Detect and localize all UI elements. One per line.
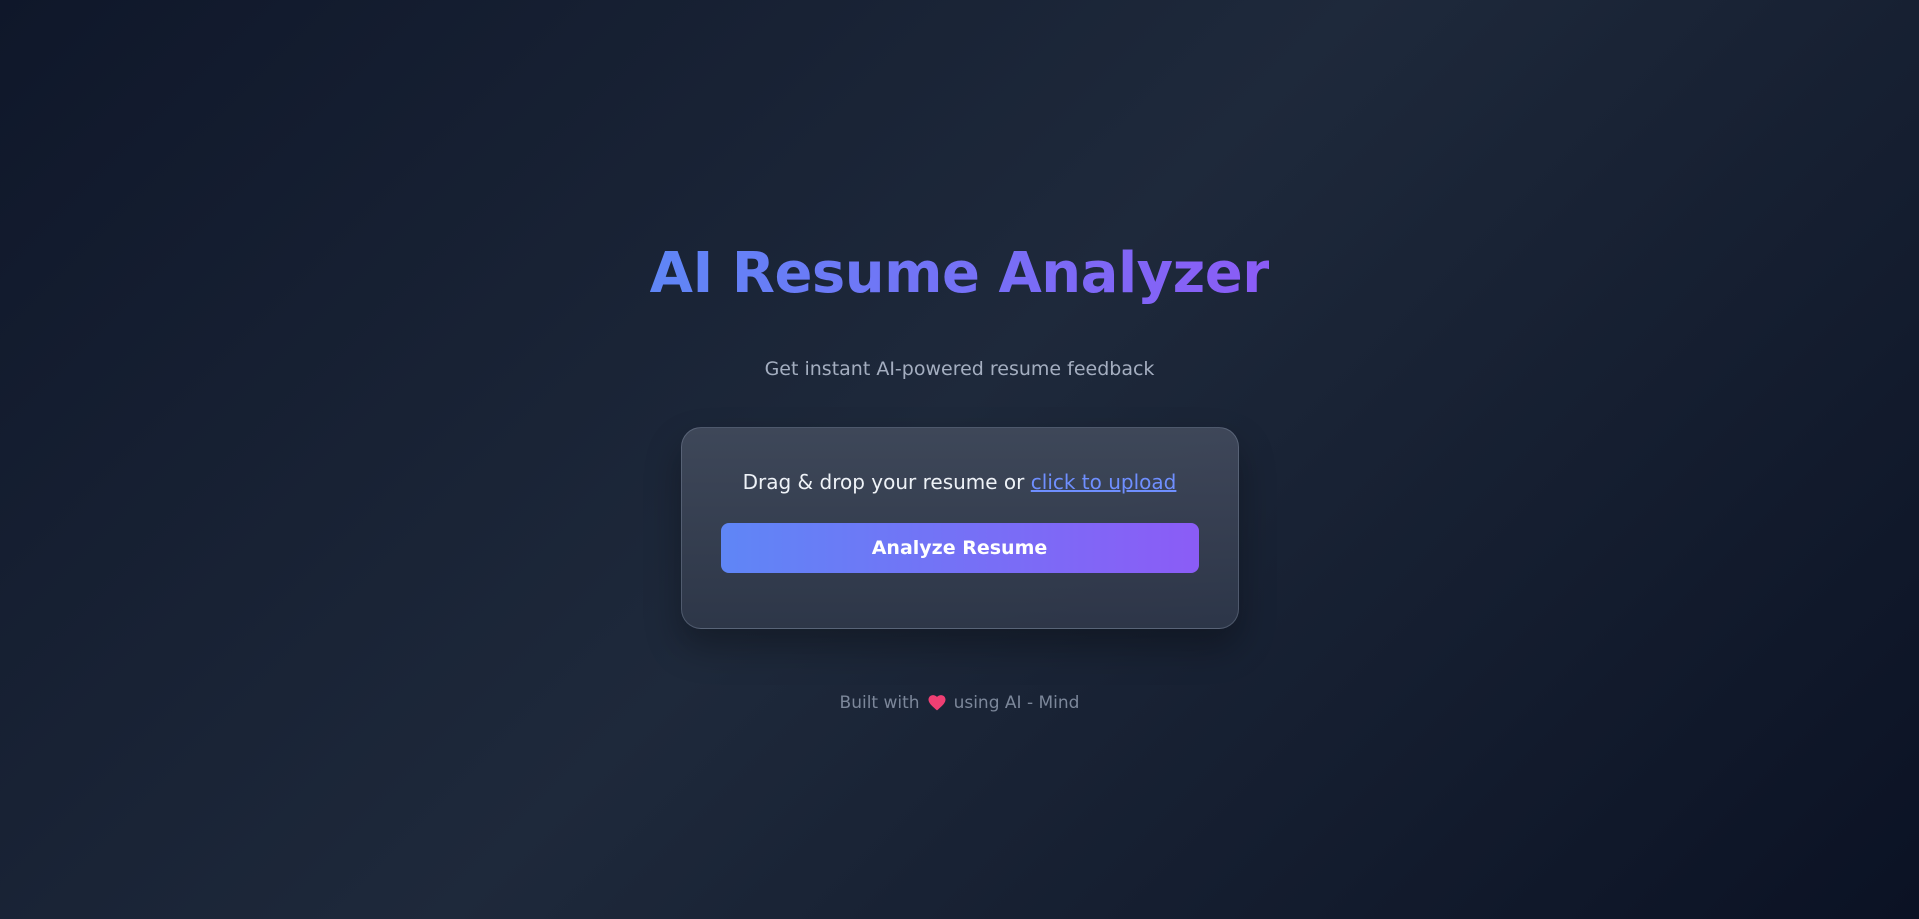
page-subtitle: Get instant AI-powered resume feedback	[764, 357, 1155, 380]
page: AI Resume Analyzer Get instant AI-powere…	[0, 0, 1919, 919]
analyze-resume-button[interactable]: Analyze Resume	[720, 522, 1199, 573]
resume-dropzone[interactable]: Drag & drop your resume or click to uplo…	[722, 468, 1198, 496]
heart-icon	[928, 694, 946, 710]
resume-upload-card[interactable]: Drag & drop your resume or click to uplo…	[680, 426, 1239, 629]
page-title: AI Resume Analyzer	[650, 238, 1270, 310]
upload-prompt: Drag & drop your resume or	[742, 469, 1025, 494]
footer-built-with: Built with	[839, 692, 920, 713]
click-to-upload-link[interactable]: click to upload	[1031, 470, 1177, 494]
footer-using-ai: using AI - Mind	[953, 692, 1080, 713]
footer-credit: Built with using AI - Mind	[840, 691, 1080, 715]
